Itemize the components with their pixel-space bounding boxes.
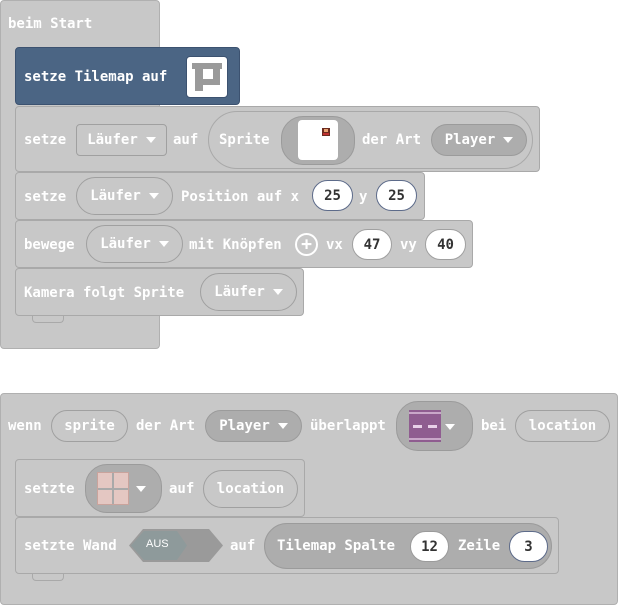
brick-tile-icon xyxy=(97,472,129,505)
tile-picker[interactable] xyxy=(396,401,473,451)
row-input[interactable]: 3 xyxy=(509,531,548,562)
vy-input[interactable]: 40 xyxy=(425,229,466,260)
position-label: Position auf x xyxy=(181,189,300,205)
variable-name: Läufer xyxy=(90,188,141,204)
sprite-parameter-label: sprite xyxy=(64,418,115,434)
camera-follow-block[interactable]: Kamera folgt Sprite Läufer xyxy=(15,268,304,316)
sprite-thumbnail-icon xyxy=(298,120,338,160)
chevron-down-icon xyxy=(445,424,455,430)
kind-dropdown[interactable]: Player xyxy=(205,410,302,442)
chevron-down-icon xyxy=(136,486,146,492)
chevron-down-icon xyxy=(145,137,156,143)
chevron-down-icon xyxy=(148,193,159,199)
block-notch xyxy=(32,316,64,323)
vx-label: vx xyxy=(326,237,343,253)
set-tilemap-label: setze Tilemap auf xyxy=(24,69,168,85)
x-input[interactable]: 25 xyxy=(312,180,353,211)
add-parameter-icon[interactable]: + xyxy=(295,233,318,256)
set-position-block[interactable]: setze Läufer Position auf x 25 y 25 xyxy=(15,172,425,220)
tile-picker[interactable] xyxy=(85,464,162,513)
sprite-parameter[interactable]: sprite xyxy=(51,410,128,442)
location-parameter-label: location xyxy=(528,418,597,434)
row-label: Zeile xyxy=(458,538,501,554)
sprite-image-picker[interactable] xyxy=(281,116,355,165)
at-label: bei xyxy=(481,418,507,434)
set-tilemap-block[interactable]: setze Tilemap auf xyxy=(15,47,240,105)
when-label: wenn xyxy=(8,418,42,434)
chevron-down-icon xyxy=(277,423,288,429)
y-label: y xyxy=(359,189,368,205)
chevron-down-icon xyxy=(158,241,169,247)
location-parameter-label: location xyxy=(216,481,285,497)
location-parameter[interactable]: location xyxy=(203,470,298,508)
y-input[interactable]: 25 xyxy=(376,180,417,211)
chevron-down-icon xyxy=(503,137,514,143)
set-label: setze xyxy=(24,189,67,205)
set-label: setze xyxy=(24,132,67,148)
tilemap-column-label: Tilemap Spalte xyxy=(277,538,396,554)
set-tile-label: setzte xyxy=(24,481,75,497)
to-label: auf xyxy=(173,132,199,148)
kind-value: Player xyxy=(219,418,270,434)
variable-name: Läufer xyxy=(214,284,265,300)
sprite-label: Sprite xyxy=(219,132,270,148)
set-sprite-block[interactable]: setze Läufer auf Sprite der Art Player xyxy=(15,106,540,172)
move-label: bewege xyxy=(24,237,75,253)
variable-name: Läufer xyxy=(87,132,138,148)
set-wall-block[interactable]: setzte Wand AUS auf Tilemap Spalte 12 Ze… xyxy=(15,517,559,574)
vy-label: vy xyxy=(400,237,417,253)
tilemap-thumbnail-icon[interactable] xyxy=(186,56,228,98)
move-with-buttons-block[interactable]: bewege Läufer mit Knöpfen + vx 47 vy 40 xyxy=(15,220,473,268)
location-parameter[interactable]: location xyxy=(515,410,610,442)
vx-input[interactable]: 47 xyxy=(352,229,392,260)
kind-value: Player xyxy=(444,132,496,148)
overlaps-label: überlappt xyxy=(310,418,386,434)
variable-dropdown[interactable]: Läufer xyxy=(86,225,183,263)
variable-dropdown[interactable]: Läufer xyxy=(76,177,173,215)
column-input[interactable]: 12 xyxy=(410,531,449,562)
sprite-reporter[interactable]: Sprite der Art Player xyxy=(208,111,533,169)
wall-toggle[interactable]: AUS xyxy=(129,529,223,562)
to-label: auf xyxy=(169,481,195,497)
tilemap-location-reporter[interactable]: Tilemap Spalte 12 Zeile 3 xyxy=(264,523,552,569)
kind-label: der Art xyxy=(362,132,422,148)
toggle-state: AUS xyxy=(146,538,169,550)
kind-label: der Art xyxy=(136,418,196,434)
variable-dropdown[interactable]: Läufer xyxy=(200,273,297,311)
chevron-down-icon xyxy=(272,289,283,295)
with-buttons-label: mit Knöpfen xyxy=(189,237,282,253)
camera-follow-label: Kamera folgt Sprite xyxy=(24,285,185,301)
variable-dropdown[interactable]: Läufer xyxy=(76,124,167,156)
set-tile-block[interactable]: setzte auf location xyxy=(15,459,305,517)
tile-thumbnail-icon xyxy=(409,410,441,442)
variable-name: Läufer xyxy=(100,236,151,252)
to-label: auf xyxy=(230,538,256,554)
on-start-label: beim Start xyxy=(8,16,93,32)
set-wall-label: setzte Wand xyxy=(24,538,117,554)
kind-dropdown[interactable]: Player xyxy=(431,124,527,156)
block-notch xyxy=(32,574,64,581)
